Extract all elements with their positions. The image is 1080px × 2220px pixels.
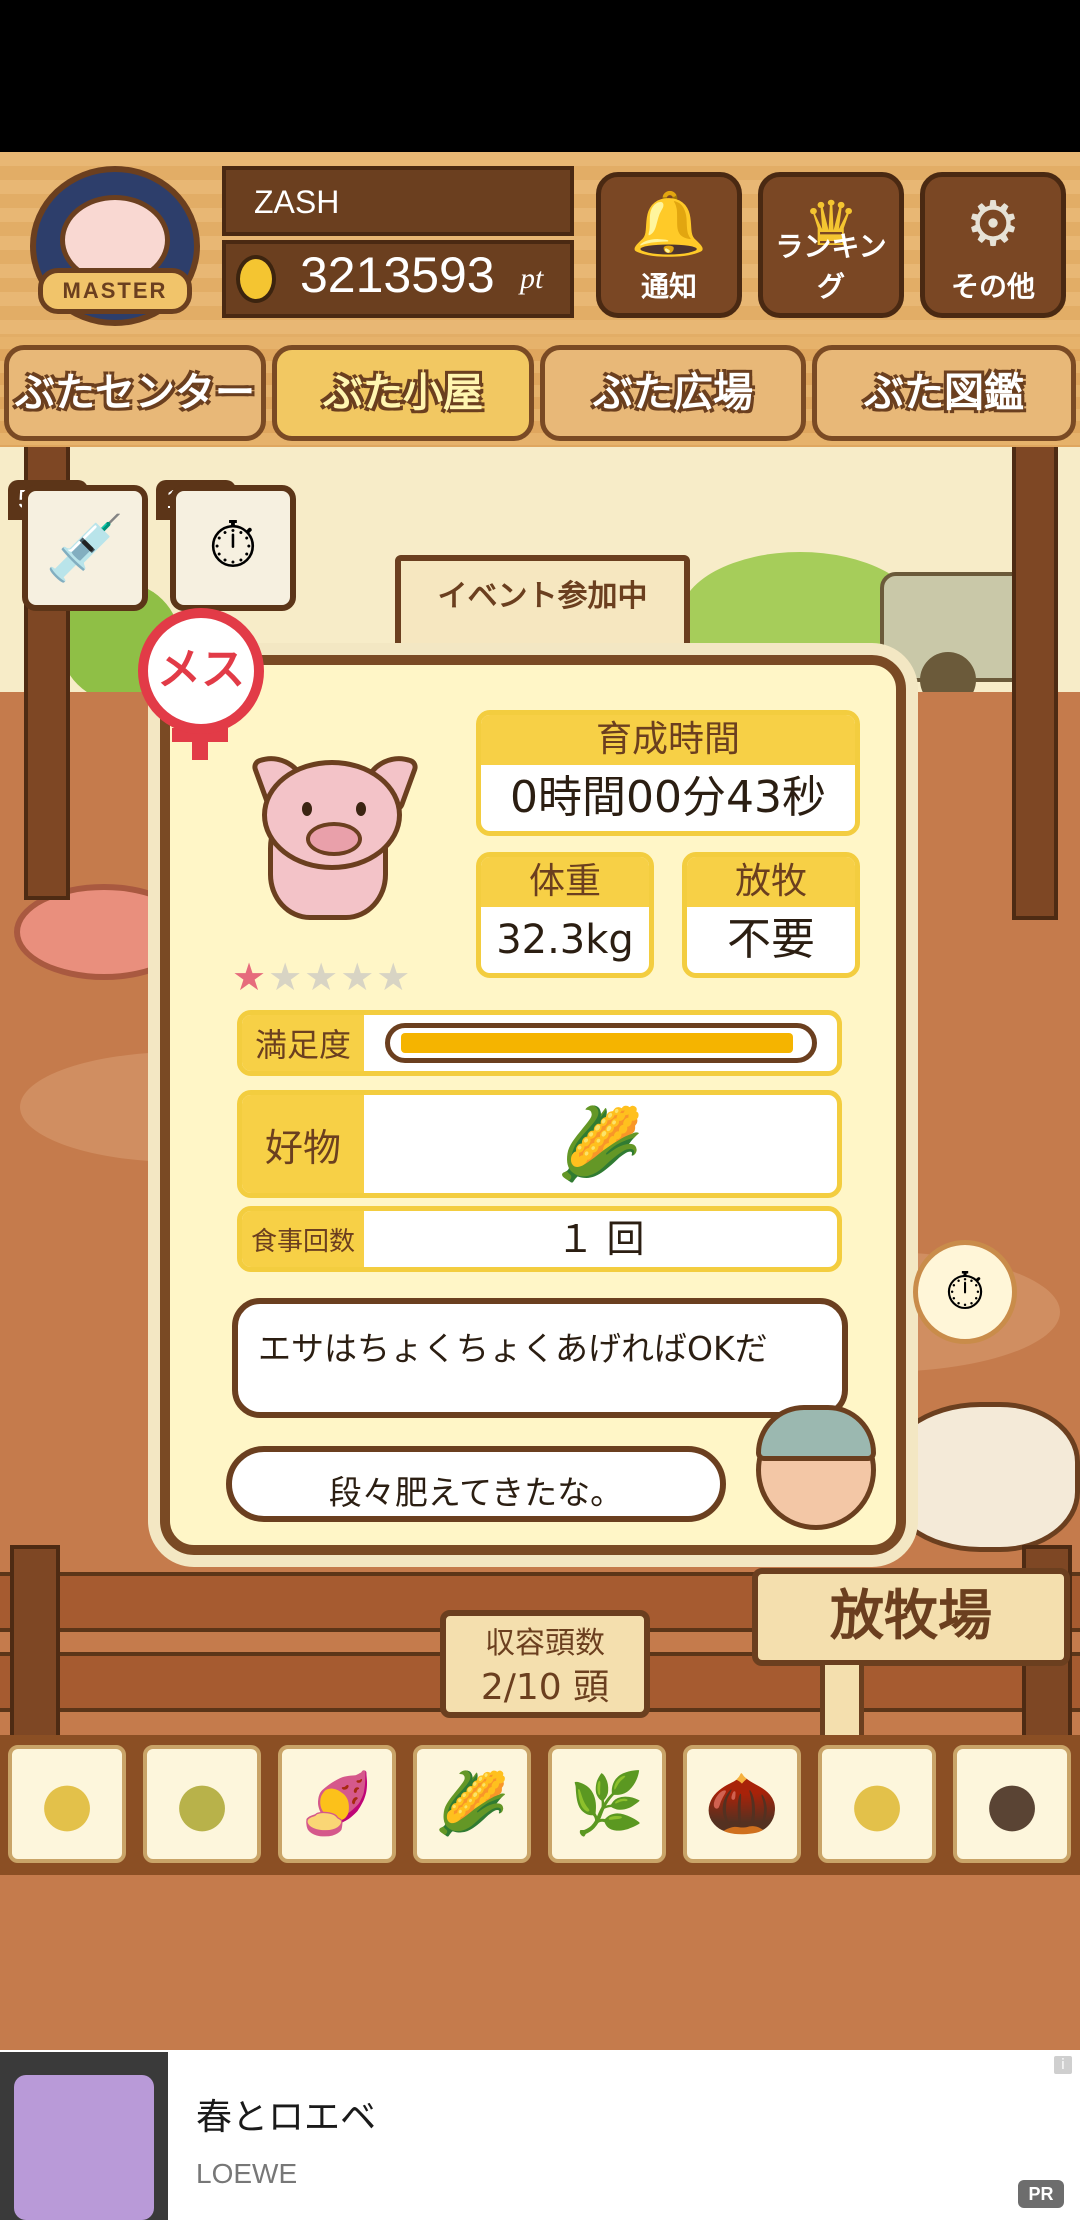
meals-value: １ 回 (556, 1217, 645, 1261)
syringe-item[interactable]: 💉 (22, 485, 148, 611)
food-slot-acorn[interactable]: 🌰 (683, 1745, 801, 1863)
stopwatch-icon: ⏱ (208, 509, 258, 583)
points-unit: pt (520, 262, 544, 295)
meals-row: 食事回数 １ 回 (237, 1206, 842, 1272)
tab-pig-plaza[interactable]: ぶた広場 (540, 345, 806, 441)
hint-bubble: エサはちょくちょくあげればOKだ (232, 1298, 848, 1418)
stopwatch-bubble[interactable]: ⏱ (913, 1240, 1017, 1344)
other-button[interactable]: ⚙ その他 (920, 172, 1066, 318)
grazing-pig[interactable] (880, 1402, 1080, 1552)
sex-label: メス (157, 644, 245, 695)
pig-eye (356, 802, 366, 816)
status-bar (0, 0, 1080, 152)
syringe-icon: 💉 (45, 512, 125, 586)
ad-info-icon[interactable]: i (1054, 2056, 1072, 2074)
fence-post (10, 1545, 60, 1745)
ranking-button[interactable]: ♛ ランキング (758, 172, 904, 318)
capacity-value: 2/10 頭 (480, 1667, 610, 1708)
comment-text: 段々肥えてきたな。 (328, 1473, 624, 1512)
sign-post (820, 1660, 864, 1740)
weight-box: 体重 32.3kg (476, 852, 654, 978)
satisfaction-label: 満足度 (242, 1015, 364, 1071)
event-sign[interactable]: イベント参加中 (395, 555, 690, 665)
pasture-sign[interactable]: 放牧場 (752, 1568, 1070, 1666)
ranking-label: ランキング (775, 230, 887, 303)
growth-time-value: 0時間00分43秒 (510, 772, 826, 823)
favorite-row: 好物 🌽 (237, 1090, 842, 1198)
ad-product-image (14, 2075, 154, 2220)
grazing-box: 放牧 不要 (682, 852, 860, 978)
food-slot-meatball-plate[interactable]: ● (953, 1745, 1071, 1863)
food-slot-corn[interactable]: 🌽 (413, 1745, 531, 1863)
meatball-plate-icon: ● (985, 1769, 1039, 1839)
star-rating: ★★★★★ (232, 955, 412, 999)
sweet-potato-icon: 🍠 (299, 1769, 375, 1839)
grazing-label: 放牧 (687, 857, 855, 907)
food-slot-soybean[interactable]: 🌿 (548, 1745, 666, 1863)
food-slot-grain-plate[interactable]: ● (818, 1745, 936, 1863)
capacity-sign: 収容頭数 2/10 頭 (440, 1610, 650, 1718)
food-slot-sweet-potato[interactable]: 🍠 (278, 1745, 396, 1863)
star-empty-icon: ★★★★ (268, 955, 413, 999)
grain-pile-icon: ● (40, 1769, 94, 1839)
pasture-sign-label: 放牧場 (830, 1584, 992, 1647)
weight-label: 体重 (481, 857, 649, 907)
meals-label: 食事回数 (242, 1211, 364, 1267)
fence-post (1012, 440, 1058, 920)
pig-snout (306, 822, 362, 856)
mixed-grain-icon: ● (175, 1769, 229, 1839)
grain-plate-icon: ● (850, 1769, 904, 1839)
capacity-label: 収容頭数 (485, 1626, 605, 1661)
rank-badge-label: MASTER (38, 268, 192, 314)
notification-label: 通知 (640, 270, 697, 303)
ad-title[interactable]: 春とロエベ (196, 2088, 376, 2140)
gear-icon: ⚙ (965, 187, 1021, 260)
growth-time-box: 育成時間 0時間00分43秒 (476, 710, 860, 836)
corn-icon: 🌽 (556, 1103, 645, 1185)
soybean-icon: 🌿 (569, 1769, 645, 1839)
hint-text: エサはちょくちょくあげればOKだ (258, 1329, 768, 1368)
stopwatch-item[interactable]: ⏱ (170, 485, 296, 611)
food-slot-grain-pile[interactable]: ● (8, 1745, 126, 1863)
ad-brand: LOEWE (196, 2158, 298, 2189)
growth-time-label: 育成時間 (481, 715, 855, 765)
username: ZASH (254, 184, 340, 220)
star-filled-icon: ★ (232, 955, 269, 999)
weight-value: 32.3kg (496, 917, 634, 963)
acorn-icon: 🌰 (704, 1769, 780, 1839)
coin-icon (236, 255, 276, 303)
pig-eye (302, 802, 312, 816)
comment-bubble: 段々肥えてきたな。 (226, 1446, 726, 1522)
tab-pig-encyclopedia[interactable]: ぶた図鑑 (812, 345, 1076, 441)
points-value: 3213593 (300, 247, 495, 303)
username-plate: ZASH (222, 166, 574, 236)
tab-pig-center[interactable]: ぶたセンター (4, 345, 266, 441)
notification-button[interactable]: 🔔 通知 (596, 172, 742, 318)
sex-badge: メス (138, 608, 264, 734)
corn-icon: 🌽 (434, 1769, 510, 1839)
grazing-value: 不要 (727, 914, 815, 965)
other-label: その他 (950, 270, 1035, 303)
ad-pr-badge: PR (1018, 2180, 1064, 2208)
bell-icon: 🔔 (630, 187, 708, 260)
tab-pig-pen[interactable]: ぶた小屋 (272, 345, 534, 441)
food-slot-mixed-grain[interactable]: ● (143, 1745, 261, 1863)
favorite-label: 好物 (242, 1095, 364, 1193)
event-sign-label: イベント参加中 (437, 579, 648, 614)
stopwatch-icon: ⏱ (944, 1262, 986, 1322)
satisfaction-bar-fill (401, 1033, 793, 1053)
